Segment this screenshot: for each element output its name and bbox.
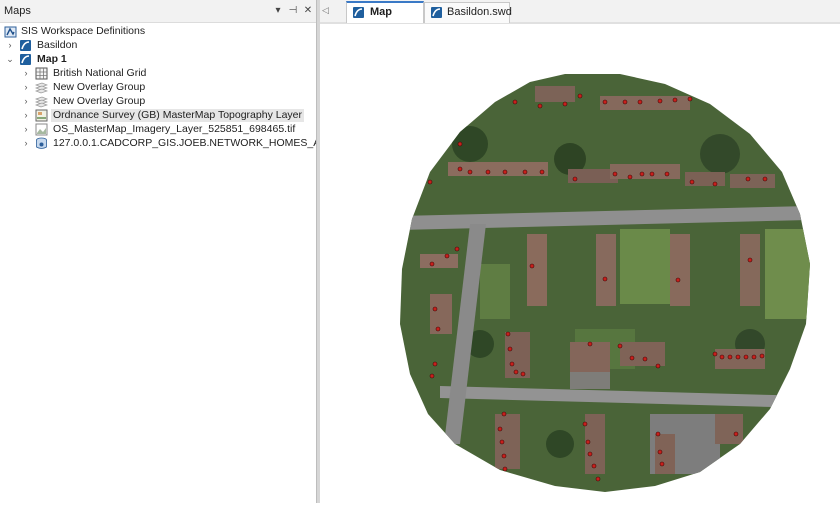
tab-map-1[interactable]: Map 1.swd bbox=[346, 1, 424, 37]
map-canvas[interactable] bbox=[320, 24, 840, 503]
tree-item-label: Map 1 bbox=[37, 53, 67, 65]
tree-item-label: Ordnance Survey (GB) MasterMap Topograph… bbox=[51, 109, 305, 122]
database-icon bbox=[36, 137, 47, 149]
grid-icon bbox=[35, 67, 48, 80]
scroll-left-icon[interactable]: ◁ bbox=[322, 5, 329, 16]
tab-label: Basildon.swd bbox=[447, 6, 512, 18]
chevron-down-icon[interactable]: ⌄ bbox=[5, 53, 15, 66]
tree-item-workspace[interactable]: SIS Workspace Definitions bbox=[0, 25, 316, 38]
pin-icon[interactable]: ⊣ bbox=[287, 4, 299, 18]
tree-item-database-layer[interactable]: › 127.0.0.1.CADCORP_GIS.JOEB.NETWORK_HOM… bbox=[0, 137, 317, 150]
chevron-right-icon[interactable]: › bbox=[21, 67, 31, 80]
tree-item-label: Basildon bbox=[37, 39, 78, 51]
tree-item-overlay-group[interactable]: › New Overlay Group bbox=[0, 95, 316, 108]
tree-item-label: New Overlay Group bbox=[53, 81, 146, 93]
maps-panel: Maps ▾ ⊣ ✕ SIS Workspace Definitions › B… bbox=[0, 0, 316, 503]
tab-basildon[interactable]: Basildon.swd bbox=[424, 2, 512, 23]
chevron-right-icon[interactable]: › bbox=[21, 95, 31, 108]
tree-item-label: OS_MasterMap_Imagery_Layer_525851_698465… bbox=[53, 123, 296, 135]
tree-item-overlay-group[interactable]: › New Overlay Group bbox=[0, 81, 316, 94]
tree-item-label: British National Grid bbox=[53, 67, 147, 79]
tree-item-label: New Overlay Group bbox=[53, 95, 146, 107]
chevron-down-icon[interactable]: ▾ bbox=[272, 4, 284, 18]
maps-panel-title: Maps bbox=[4, 5, 31, 17]
swd-map-icon bbox=[20, 40, 31, 51]
topography-layer-icon bbox=[35, 109, 48, 122]
chevron-right-icon[interactable]: › bbox=[21, 123, 31, 136]
chevron-right-icon[interactable]: › bbox=[21, 137, 31, 150]
close-icon[interactable]: ✕ bbox=[302, 4, 314, 18]
maps-panel-header: Maps ▾ ⊣ ✕ bbox=[0, 0, 316, 23]
tree-item-imagery-layer[interactable]: › OS_MasterMap_Imagery_Layer_525851_6984… bbox=[0, 123, 316, 136]
tree-item-topography-layer[interactable]: › Ordnance Survey (GB) MasterMap Topogra… bbox=[0, 109, 316, 122]
tree-item-basildon[interactable]: › Basildon bbox=[0, 39, 316, 52]
chevron-right-icon[interactable]: › bbox=[21, 81, 31, 94]
workspace-icon bbox=[4, 26, 17, 38]
tree-item-british-national-grid[interactable]: › British National Grid bbox=[0, 67, 316, 80]
document-area: ◁ Map 1.swd Basildon.swd bbox=[320, 0, 840, 503]
chevron-right-icon[interactable]: › bbox=[5, 39, 15, 52]
document-tab-strip: ◁ Map 1.swd Basildon.swd bbox=[320, 0, 840, 37]
aerial-imagery-clip bbox=[400, 74, 810, 492]
tree-item-label: SIS Workspace Definitions bbox=[21, 25, 146, 37]
swd-map-icon bbox=[20, 54, 31, 65]
swd-map-icon bbox=[431, 7, 442, 18]
tree-item-label: 127.0.0.1.CADCORP_GIS.JOEB.NETWORK_HOMES… bbox=[53, 137, 316, 149]
raster-icon bbox=[35, 123, 48, 136]
chevron-right-icon[interactable]: › bbox=[21, 109, 31, 122]
overlay-group-icon bbox=[35, 96, 48, 108]
tree-item-map-1[interactable]: ⌄ Map 1 bbox=[0, 53, 316, 66]
swd-map-icon bbox=[353, 7, 364, 18]
overlay-group-icon bbox=[35, 82, 48, 94]
